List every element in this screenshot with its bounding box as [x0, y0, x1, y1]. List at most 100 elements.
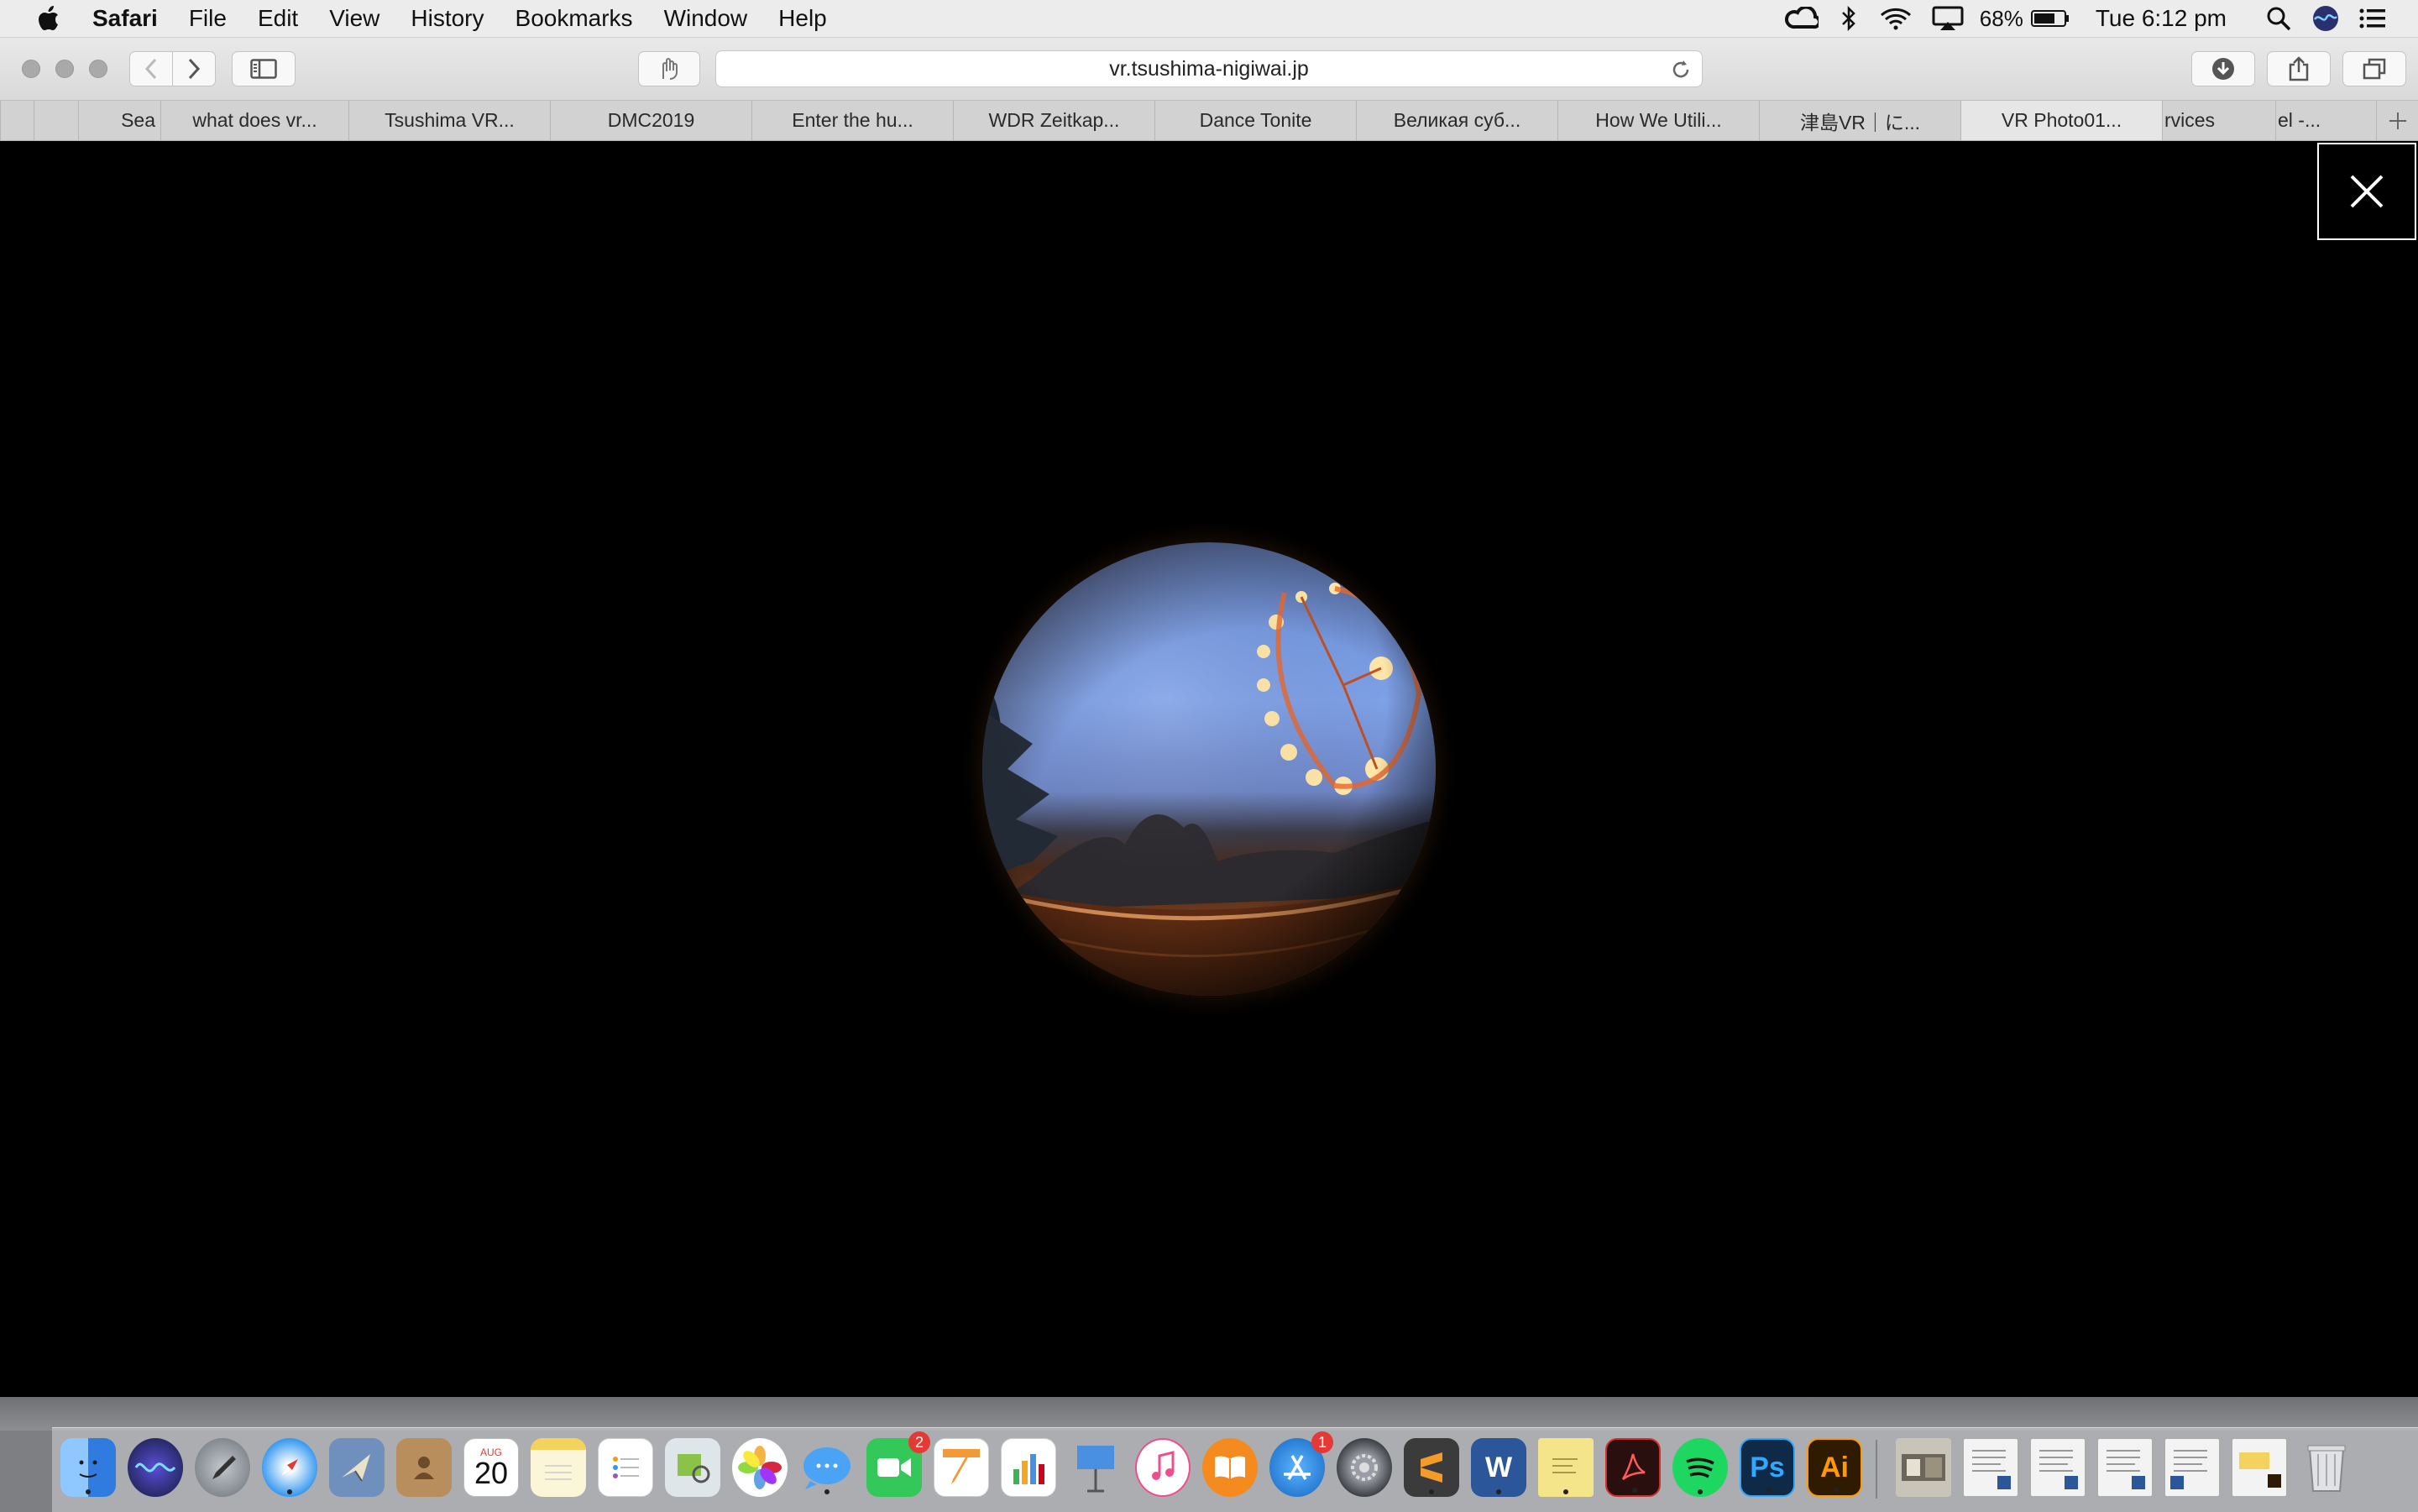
tab-what-does-vr[interactable]: what does vr...: [160, 101, 348, 140]
stickies-icon[interactable]: [1538, 1438, 1594, 1497]
calendar-icon[interactable]: AUG 20: [463, 1438, 519, 1497]
share-icon: [2289, 56, 2309, 81]
word-document-thumbnail[interactable]: [2164, 1438, 2220, 1497]
app-store-badge: 1: [1311, 1431, 1333, 1453]
safari-icon[interactable]: [262, 1438, 317, 1497]
reload-icon[interactable]: [1668, 57, 1693, 82]
contacts-icon[interactable]: [396, 1438, 452, 1497]
share-button[interactable]: [2267, 51, 2331, 86]
menu-file[interactable]: File: [189, 5, 227, 32]
downloads-button[interactable]: [2191, 51, 2255, 86]
tab-search[interactable]: Sea: [78, 101, 160, 140]
vr-viewer[interactable]: [0, 141, 2418, 1397]
menu-edit[interactable]: Edit: [258, 5, 298, 32]
zoom-window-button[interactable]: [89, 60, 107, 78]
menu-history[interactable]: History: [411, 5, 484, 32]
siri-menu-icon[interactable]: [2302, 0, 2349, 37]
wifi-icon[interactable]: [1871, 0, 1921, 37]
tab-dance-tonite[interactable]: Dance Tonite: [1154, 101, 1356, 140]
menu-window[interactable]: Window: [664, 5, 748, 32]
address-bar[interactable]: vr.tsushima-nigiwai.jp: [715, 50, 1703, 87]
running-indicator: [1563, 1489, 1568, 1494]
word-document-thumbnail[interactable]: [2097, 1438, 2153, 1497]
close-window-button[interactable]: [22, 60, 40, 78]
close-viewer-button[interactable]: [2317, 143, 2416, 240]
launchpad-icon[interactable]: [195, 1438, 250, 1497]
system-preferences-icon[interactable]: [1337, 1438, 1392, 1497]
numbers-icon[interactable]: [1001, 1438, 1056, 1497]
tab-el[interactable]: el -...: [2275, 101, 2376, 140]
reader-extension-button[interactable]: [638, 51, 700, 86]
battery-icon[interactable]: [2023, 0, 2077, 37]
tab-dmc2019[interactable]: DMC2019: [550, 101, 751, 140]
running-indicator: [287, 1489, 292, 1494]
reminders-icon[interactable]: [598, 1438, 653, 1497]
minimize-window-button[interactable]: [55, 60, 74, 78]
word-document-thumbnail[interactable]: [2030, 1438, 2086, 1497]
dock: AUG 20 2 1 W Ps Ai: [52, 1427, 2418, 1512]
photoshop-icon[interactable]: Ps: [1740, 1438, 1795, 1497]
battery-percent: 68%: [1979, 5, 2023, 31]
tab-velikaya-sub[interactable]: Великая суб...: [1356, 101, 1557, 140]
app-store-icon[interactable]: 1: [1269, 1431, 1333, 1497]
desktop-background: [0, 1397, 2418, 1431]
menu-view[interactable]: View: [329, 5, 379, 32]
word-document-thumbnail[interactable]: [1963, 1438, 2018, 1497]
itunes-icon[interactable]: [1135, 1438, 1191, 1497]
photos-icon[interactable]: [732, 1438, 788, 1497]
tab-pinned-2[interactable]: [34, 101, 78, 140]
tab-enter-the-hu[interactable]: Enter the hu...: [751, 101, 953, 140]
notification-center-icon[interactable]: [2349, 0, 2396, 37]
sphere-scene-image: [982, 542, 1436, 996]
recent-photo-thumbnail[interactable]: [1896, 1438, 1951, 1497]
siri-icon[interactable]: [128, 1438, 183, 1497]
bluetooth-icon[interactable]: [1827, 0, 1871, 37]
tab-how-we-utili[interactable]: How We Utili...: [1557, 101, 1759, 140]
tab-services[interactable]: rvices: [2162, 101, 2275, 140]
ibooks-icon[interactable]: [1202, 1438, 1258, 1497]
show-all-tabs-button[interactable]: [2342, 51, 2406, 86]
airplay-icon[interactable]: [1921, 0, 1975, 37]
facetime-icon[interactable]: 2: [866, 1431, 930, 1497]
menu-bookmarks[interactable]: Bookmarks: [516, 5, 633, 32]
illustrator-document-thumbnail[interactable]: [2232, 1438, 2287, 1497]
tab-label: WDR Zeitkap...: [988, 109, 1120, 131]
preview-icon[interactable]: [665, 1438, 720, 1497]
new-tab-button[interactable]: [2376, 101, 2418, 140]
tab-tsushima-vr-jp[interactable]: 津島VR｜に...: [1759, 101, 1960, 140]
trash-icon[interactable]: [2299, 1438, 2354, 1497]
back-button[interactable]: [129, 51, 173, 86]
spotify-icon[interactable]: [1672, 1438, 1728, 1497]
notes-icon[interactable]: [531, 1438, 586, 1497]
word-label: W: [1484, 1451, 1513, 1483]
menu-app-name[interactable]: Safari: [92, 5, 158, 32]
word-icon[interactable]: W: [1471, 1438, 1526, 1497]
tab-label: rvices: [2164, 109, 2216, 131]
menu-bar: Safari File Edit View History Bookmarks …: [0, 0, 2418, 38]
mail-bird-icon[interactable]: [329, 1438, 385, 1497]
creative-cloud-icon[interactable]: [1777, 0, 1827, 37]
spotlight-search-icon[interactable]: [2255, 0, 2302, 37]
illustrator-icon[interactable]: Ai: [1807, 1438, 1862, 1497]
finder-icon[interactable]: [60, 1438, 116, 1497]
menu-help[interactable]: Help: [778, 5, 827, 32]
tab-label: what does vr...: [192, 109, 317, 131]
tab-tsushima-vr[interactable]: Tsushima VR...: [348, 101, 550, 140]
vr-panorama-sphere[interactable]: [982, 542, 1436, 996]
messages-icon[interactable]: [799, 1438, 855, 1497]
pages-icon[interactable]: [934, 1438, 989, 1497]
clock[interactable]: Tue 6:12 pm: [2096, 0, 2227, 37]
running-indicator: [824, 1489, 830, 1494]
keynote-icon[interactable]: [1068, 1438, 1123, 1497]
forward-button[interactable]: [172, 51, 216, 86]
sidebar-toggle-button[interactable]: [232, 51, 296, 86]
tab-wdr-zeitkap[interactable]: WDR Zeitkap...: [953, 101, 1154, 140]
tab-vr-photo01-active[interactable]: VR Photo01...: [1960, 101, 2162, 140]
hand-icon: [662, 58, 678, 80]
tab-pinned-1[interactable]: [0, 101, 34, 140]
sublime-text-icon[interactable]: [1404, 1438, 1459, 1497]
tabs-overview-icon: [2363, 58, 2386, 80]
acrobat-icon[interactable]: [1605, 1438, 1661, 1497]
apple-menu-icon[interactable]: [30, 0, 67, 37]
tab-label: Dance Tonite: [1199, 109, 1312, 131]
